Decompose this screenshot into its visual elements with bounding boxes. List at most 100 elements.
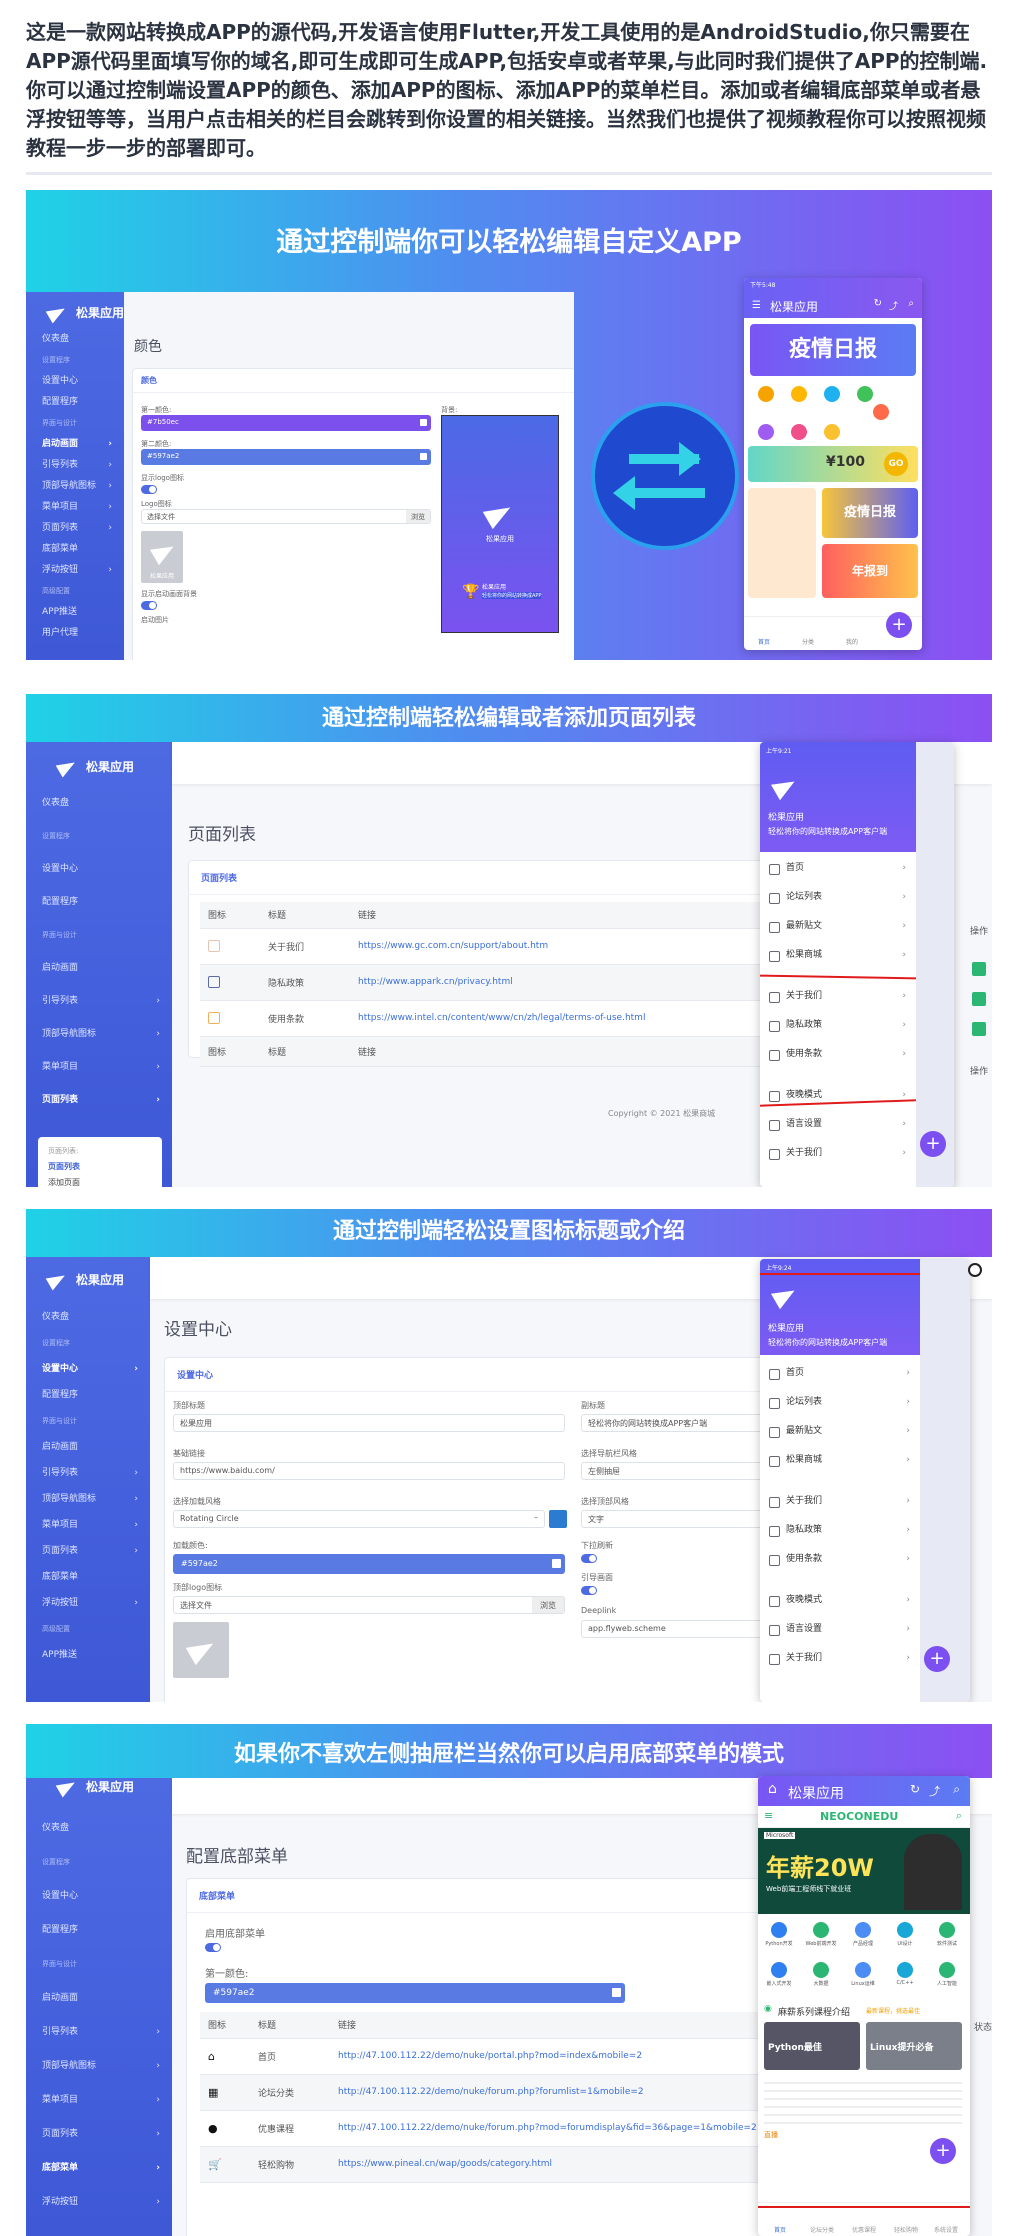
sidebar-item[interactable]: 仪表盘: [26, 1304, 150, 1330]
floating-add-button[interactable]: +: [930, 2138, 956, 2164]
category-item[interactable]: Linux运维: [842, 1960, 884, 1987]
section-more[interactable]: 最新课程，挑选最佳: [866, 2006, 920, 2015]
table-row[interactable]: 使用条款 https://www.intel.cn/content/www/cn/…: [200, 1000, 840, 1037]
search-icon[interactable]: ⌕: [953, 1782, 960, 1797]
home-icon[interactable]: ⌂: [768, 1781, 777, 1797]
sidebar-item[interactable]: 设置中心: [26, 1879, 172, 1913]
loading-style-select[interactable]: Rotating Circle –: [173, 1510, 545, 1528]
bottom-tab-settings[interactable]: 系统设置: [934, 2225, 958, 2234]
edit-button[interactable]: [972, 962, 986, 976]
search-icon[interactable]: ⌕: [908, 298, 914, 309]
logo-file-input[interactable]: 选择文件 浏览: [141, 509, 431, 524]
base-link-input[interactable]: https://www.baidu.com/: [173, 1462, 565, 1480]
sidebar-item[interactable]: 页面列表 ›: [26, 518, 124, 539]
sidebar-item[interactable]: 仪表盘: [26, 787, 172, 820]
sidebar-item[interactable]: 页面列表 ›: [26, 1084, 172, 1117]
sidebar-item[interactable]: 底部菜单: [26, 1564, 150, 1590]
sidebar-item[interactable]: 顶部导航图标 ›: [26, 1486, 150, 1512]
browse-button[interactable]: 浏览: [406, 510, 430, 523]
show-bg-toggle[interactable]: [141, 601, 157, 610]
category-item[interactable]: C/C++: [884, 1960, 926, 1986]
sidebar-item[interactable]: 菜单项目 ›: [26, 497, 124, 518]
guide-toggle[interactable]: [581, 1586, 597, 1595]
tab-category[interactable]: 分类: [802, 637, 814, 646]
sidebar-item[interactable]: 底部菜单 ›: [26, 2151, 172, 2185]
drawer-menu-item[interactable]: 语言设置: [760, 1615, 920, 1644]
category-item[interactable]: UI设计: [884, 1920, 926, 1947]
course-card-2[interactable]: Linux提升必备: [866, 2022, 962, 2070]
drawer-menu-item[interactable]: 使用条款: [760, 1545, 920, 1574]
edit-button[interactable]: [972, 1022, 986, 1036]
table-row[interactable]: 关于我们 https://www.gc.com.cn/support/about.…: [200, 928, 840, 965]
sidebar-item[interactable]: 启动画面 ›: [26, 434, 124, 455]
sidebar-item[interactable]: 设置中心: [26, 853, 172, 886]
sidebar-item[interactable]: 设置中心: [26, 371, 124, 392]
color-swatch-icon[interactable]: [552, 1559, 561, 1568]
category-item[interactable]: Python开发: [758, 1920, 800, 1947]
sidebar-item[interactable]: 配置程序: [26, 392, 124, 413]
show-logo-toggle[interactable]: [141, 485, 157, 494]
category-icon[interactable]: [791, 386, 807, 402]
sidebar-item[interactable]: 仪表盘: [26, 1811, 172, 1845]
category-item[interactable]: 软件测试: [926, 1920, 968, 1947]
sidebar-item[interactable]: 配置程序: [26, 1913, 172, 1947]
category-icon[interactable]: [857, 386, 873, 402]
menu-icon[interactable]: ☰: [752, 300, 761, 311]
sidebar-item[interactable]: 用户代理: [26, 623, 124, 644]
drawer-menu-item[interactable]: 最新贴文: [760, 912, 916, 941]
edit-button[interactable]: [972, 992, 986, 1006]
enable-toggle[interactable]: [205, 1943, 221, 1952]
drawer-menu-item[interactable]: 关于我们: [760, 982, 916, 1011]
sidebar-item[interactable]: 引导列表 ›: [26, 1460, 150, 1486]
sidebar-item[interactable]: 浮动按钮 ›: [26, 1590, 150, 1616]
drawer-menu-item[interactable]: 隐私政策: [760, 1011, 916, 1040]
sidebar-item[interactable]: 顶部导航图标 ›: [26, 2049, 172, 2083]
category-item[interactable]: 人工智能: [926, 1960, 968, 1987]
drawer-menu-item[interactable]: 松果商城: [760, 1446, 920, 1475]
sidebar-item[interactable]: 启动画面: [26, 1981, 172, 2015]
coupon-banner[interactable]: ¥100 GO: [748, 446, 918, 482]
drawer-menu-item[interactable]: 论坛列表: [760, 883, 916, 912]
bottom-tab-home[interactable]: 首页: [774, 2225, 786, 2234]
sidebar-item[interactable]: 底部菜单: [26, 539, 124, 560]
sidebar-item[interactable]: 引导列表 ›: [26, 2015, 172, 2049]
drawer-menu-item[interactable]: 使用条款: [760, 1040, 916, 1069]
category-icon[interactable]: [824, 386, 840, 402]
category-icon[interactable]: [758, 386, 774, 402]
color-swatch-icon[interactable]: [420, 419, 427, 426]
sidebar-item[interactable]: 顶部导航图标 ›: [26, 1018, 172, 1051]
pull-refresh-toggle[interactable]: [581, 1554, 597, 1563]
sidebar-item[interactable]: 配置程序: [26, 1382, 150, 1408]
sidebar-item[interactable]: APP推送: [26, 602, 124, 623]
sidebar-item[interactable]: 启动画面: [26, 952, 172, 985]
drawer-menu-item[interactable]: 最新贴文: [760, 1417, 920, 1446]
sidebar-item[interactable]: 菜单项目 ›: [26, 1051, 172, 1084]
promo-image[interactable]: [748, 488, 816, 598]
promo-banner-2[interactable]: 疫情日报: [822, 488, 918, 538]
sidebar-item[interactable]: 设置中心 ›: [26, 1356, 150, 1382]
browse-button[interactable]: 浏览: [532, 1597, 564, 1613]
loading-style-add-button[interactable]: [549, 1510, 567, 1528]
table-row[interactable]: 隐私政策 http://www.appark.cn/privacy.html: [200, 964, 840, 1001]
category-item[interactable]: 产品经理: [842, 1920, 884, 1947]
top-title-input[interactable]: 松果应用: [173, 1414, 565, 1432]
drawer-menu-item[interactable]: 隐私政策: [760, 1516, 920, 1545]
category-item[interactable]: 嵌入式开发: [758, 1960, 800, 1987]
sidebar-item[interactable]: 顶部导航图标 ›: [26, 476, 124, 497]
tab-home[interactable]: 首页: [758, 637, 770, 646]
avatar-icon[interactable]: [968, 1263, 982, 1277]
drawer-menu-item[interactable]: 论坛列表: [760, 1388, 920, 1417]
floating-add-button[interactable]: +: [924, 1646, 950, 1672]
color-swatch-icon[interactable]: [420, 453, 427, 460]
sidebar-item[interactable]: 浮动按钮 ›: [26, 560, 124, 581]
refresh-icon[interactable]: ↻: [874, 298, 882, 309]
load-color-field[interactable]: #597ae2: [173, 1554, 565, 1574]
sidebar-item[interactable]: 引导列表 ›: [26, 455, 124, 476]
coupon-go-button[interactable]: GO: [884, 452, 908, 476]
top-logo-file-input[interactable]: 选择文件 浏览: [173, 1596, 565, 1614]
sidebar-item[interactable]: 浮动按钮 ›: [26, 2185, 172, 2219]
drawer-menu-item[interactable]: 首页: [760, 854, 916, 883]
sidebar-item[interactable]: 菜单项目 ›: [26, 2083, 172, 2117]
sidebar-item[interactable]: 页面列表 ›: [26, 2117, 172, 2151]
sidebar-item[interactable]: 引导列表 ›: [26, 985, 172, 1018]
